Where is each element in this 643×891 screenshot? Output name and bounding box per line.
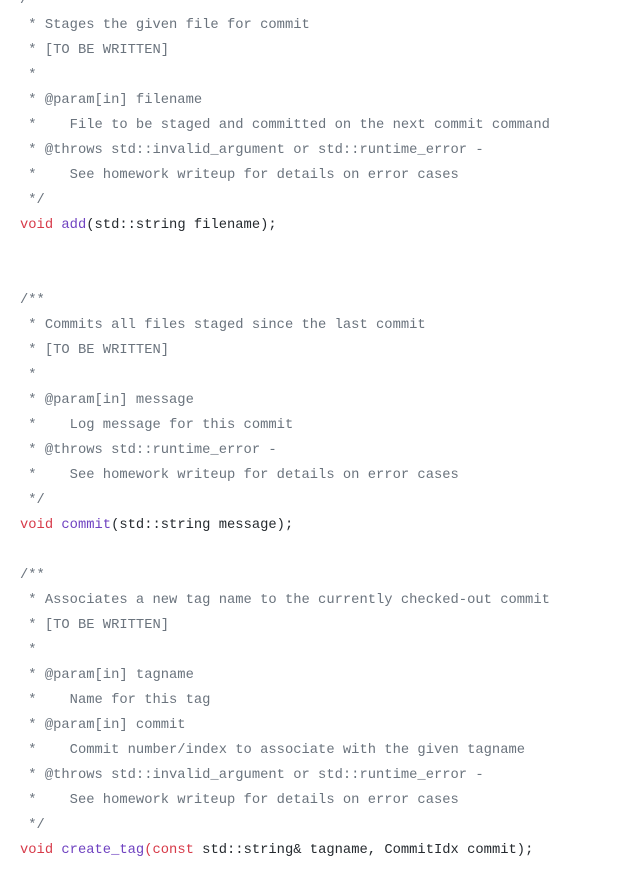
comment-line: * Stages the given file for commit — [20, 18, 310, 33]
keyword-void: void — [20, 218, 54, 233]
keyword-void: void — [20, 843, 54, 858]
code-listing: /** * Stages the given file for commit *… — [20, 0, 550, 863]
comment-line: * [TO BE WRITTEN] — [20, 343, 170, 358]
parameter-list: std::string message); — [119, 518, 294, 533]
function-name: add — [61, 218, 87, 233]
comment-line: * [TO BE WRITTEN] — [20, 618, 170, 633]
function-name: create_tag — [61, 843, 145, 858]
comment-line: * Log message for this commit — [20, 418, 294, 433]
comment-line: * @param[in] filename — [20, 93, 203, 108]
comment-line: */ — [20, 193, 45, 208]
comment-line: * @param[in] tagname — [20, 668, 194, 683]
comment-line: /** — [20, 568, 45, 583]
comment-line: * — [20, 643, 37, 658]
function-signature-commit: void commit(std::string message); — [20, 513, 550, 538]
comment-line: */ — [20, 493, 45, 508]
comment-line: * Commits all files staged since the las… — [20, 318, 426, 333]
comment-line: /** — [20, 293, 45, 308]
parameter-list: std::string& tagname, CommitIdx commit); — [193, 843, 534, 858]
open-paren: ( — [86, 218, 95, 233]
comment-line: * — [20, 68, 37, 83]
function-signature-create-tag: void create_tag(const std::string& tagna… — [20, 838, 550, 863]
comment-line: * File to be staged and committed on the… — [20, 118, 550, 133]
comment-line: * @throws std::invalid_argument or std::… — [20, 768, 484, 783]
comment-line: * @throws std::invalid_argument or std::… — [20, 143, 484, 158]
comment-line: * Name for this tag — [20, 693, 211, 708]
comment-line: * Commit number/index to associate with … — [20, 743, 526, 758]
function-signature-add: void add(std::string filename); — [20, 213, 550, 238]
comment-line: * @throws std::runtime_error - — [20, 443, 277, 458]
comment-line: * — [20, 368, 37, 383]
comment-line: */ — [20, 818, 45, 833]
comment-line: * See homework writeup for details on er… — [20, 793, 459, 808]
comment-line: * Associates a new tag name to the curre… — [20, 593, 550, 608]
comment-line: * @param[in] commit — [20, 718, 186, 733]
keyword-const: const — [152, 843, 194, 858]
function-name: commit — [61, 518, 112, 533]
keyword-void: void — [20, 518, 54, 533]
comment-line: * See homework writeup for details on er… — [20, 168, 459, 183]
comment-line: * See homework writeup for details on er… — [20, 468, 459, 483]
comment-line: * @param[in] message — [20, 393, 194, 408]
comment-line: /** — [20, 0, 45, 8]
parameter-list: std::string filename); — [94, 218, 277, 233]
comment-line: * [TO BE WRITTEN] — [20, 43, 170, 58]
